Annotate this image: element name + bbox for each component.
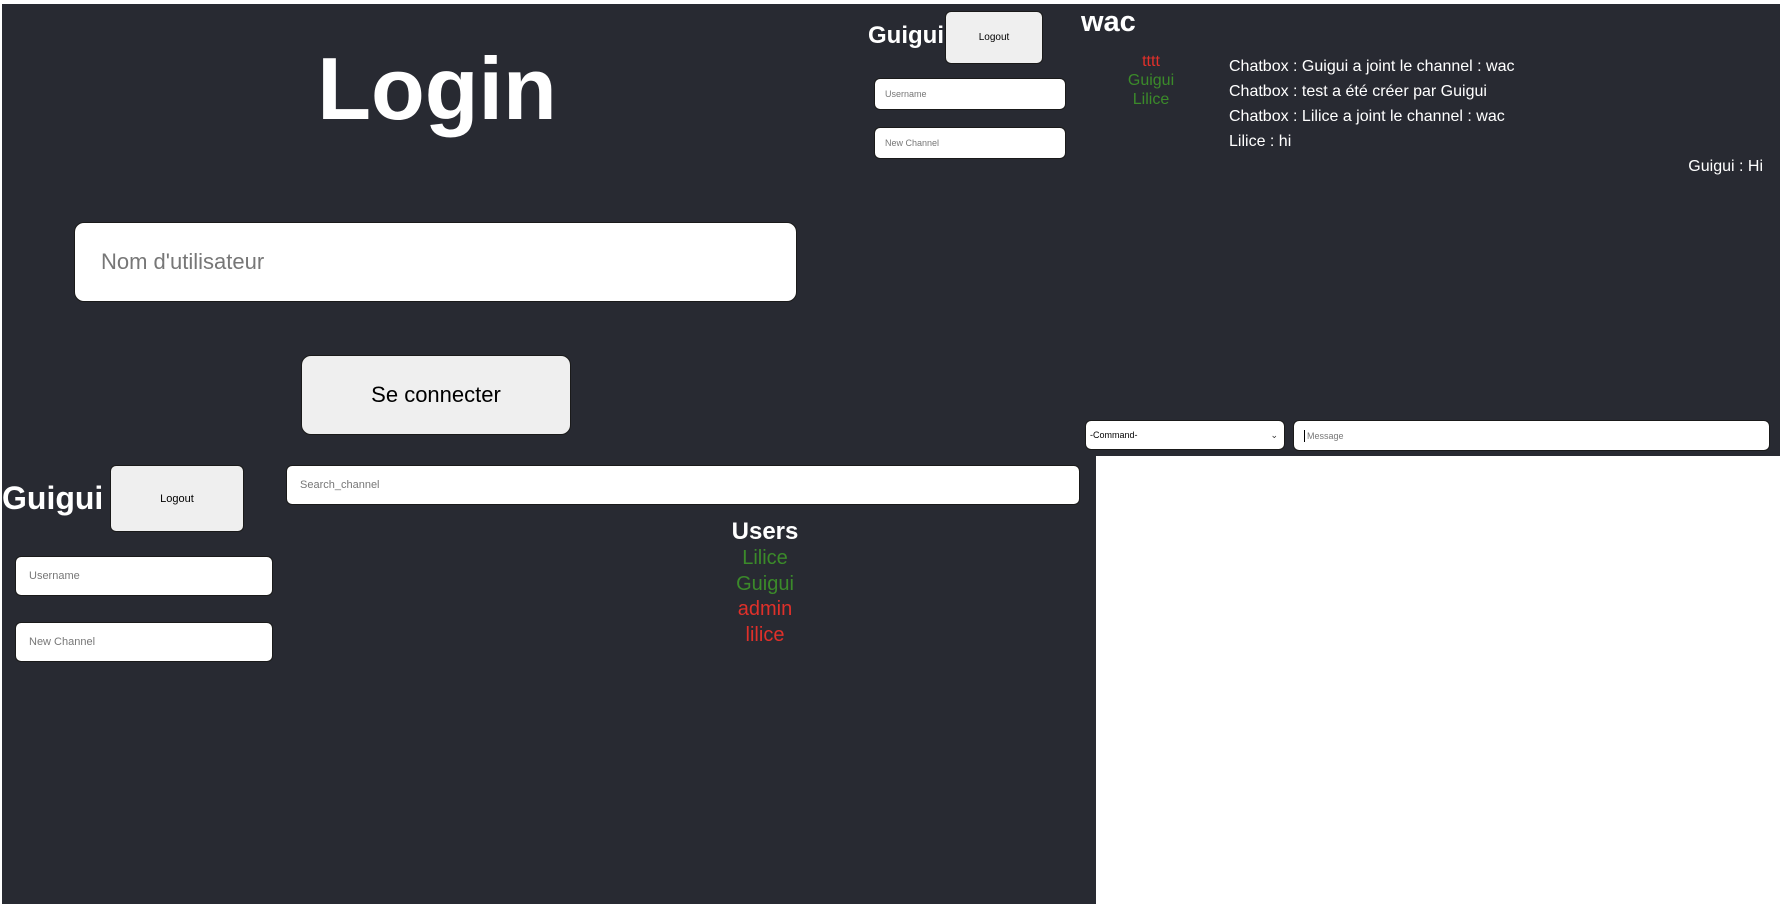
message-item: Chatbox : Lilice a joint le channel : wa… — [1229, 108, 1505, 125]
username-field[interactable]: Username — [874, 78, 1066, 110]
user-item: admin — [737, 598, 793, 620]
command-select[interactable]: -Command- ⌄ — [1085, 420, 1285, 450]
text-cursor — [1304, 429, 1305, 442]
username-input[interactable]: Nom d'utilisateur — [74, 222, 797, 302]
channel-title: wac — [1081, 6, 1136, 38]
connect-button[interactable]: Se connecter — [301, 355, 571, 435]
message-input[interactable]: Message — [1293, 420, 1770, 451]
channel-user: Guigui — [1127, 72, 1175, 89]
message-item: Chatbox : Guigui a joint le channel : wa… — [1229, 58, 1515, 75]
user-name: Guigui — [2, 480, 104, 516]
message-list: Chatbox : Guigui a joint le channel : wa… — [1229, 54, 1763, 179]
home-panel: Guigui Logout Username New Channel Searc… — [2, 456, 1096, 904]
chevron-down-icon: ⌄ — [1270, 429, 1278, 440]
user-name: Guigui — [868, 22, 944, 49]
user-item: Guigui — [736, 572, 794, 595]
users-section: Users Lilice Guigui admin lilice — [665, 518, 865, 648]
user-item: Lilice — [742, 547, 788, 569]
username-field[interactable]: Username — [15, 556, 273, 596]
command-select-value: -Command- — [1090, 430, 1138, 440]
search-channel-input[interactable]: Search_channel — [286, 465, 1080, 505]
user-item: lilice — [745, 623, 785, 646]
message-placeholder: Message — [1307, 430, 1344, 441]
message-item: Guigui : Hi — [1688, 158, 1763, 175]
channel-users-list: tttt Guigui Lilice — [1096, 52, 1206, 109]
channel-user: Lilice — [1132, 91, 1170, 108]
login-panel: Login Nom d'utilisateur Se connecter — [2, 4, 892, 456]
chat-panel: Guigui Logout Username New Channel wac t… — [868, 4, 1780, 456]
new-channel-field[interactable]: New Channel — [15, 622, 273, 662]
channel-user: tttt — [1142, 53, 1160, 70]
logout-button[interactable]: Logout — [110, 465, 244, 532]
new-channel-field[interactable]: New Channel — [874, 127, 1066, 159]
users-title: Users — [731, 518, 799, 545]
logout-button[interactable]: Logout — [945, 11, 1043, 64]
message-item: Lilice : hi — [1229, 133, 1292, 150]
login-title: Login — [317, 39, 557, 138]
message-item: Chatbox : test a été créer par Guigui — [1229, 83, 1487, 100]
